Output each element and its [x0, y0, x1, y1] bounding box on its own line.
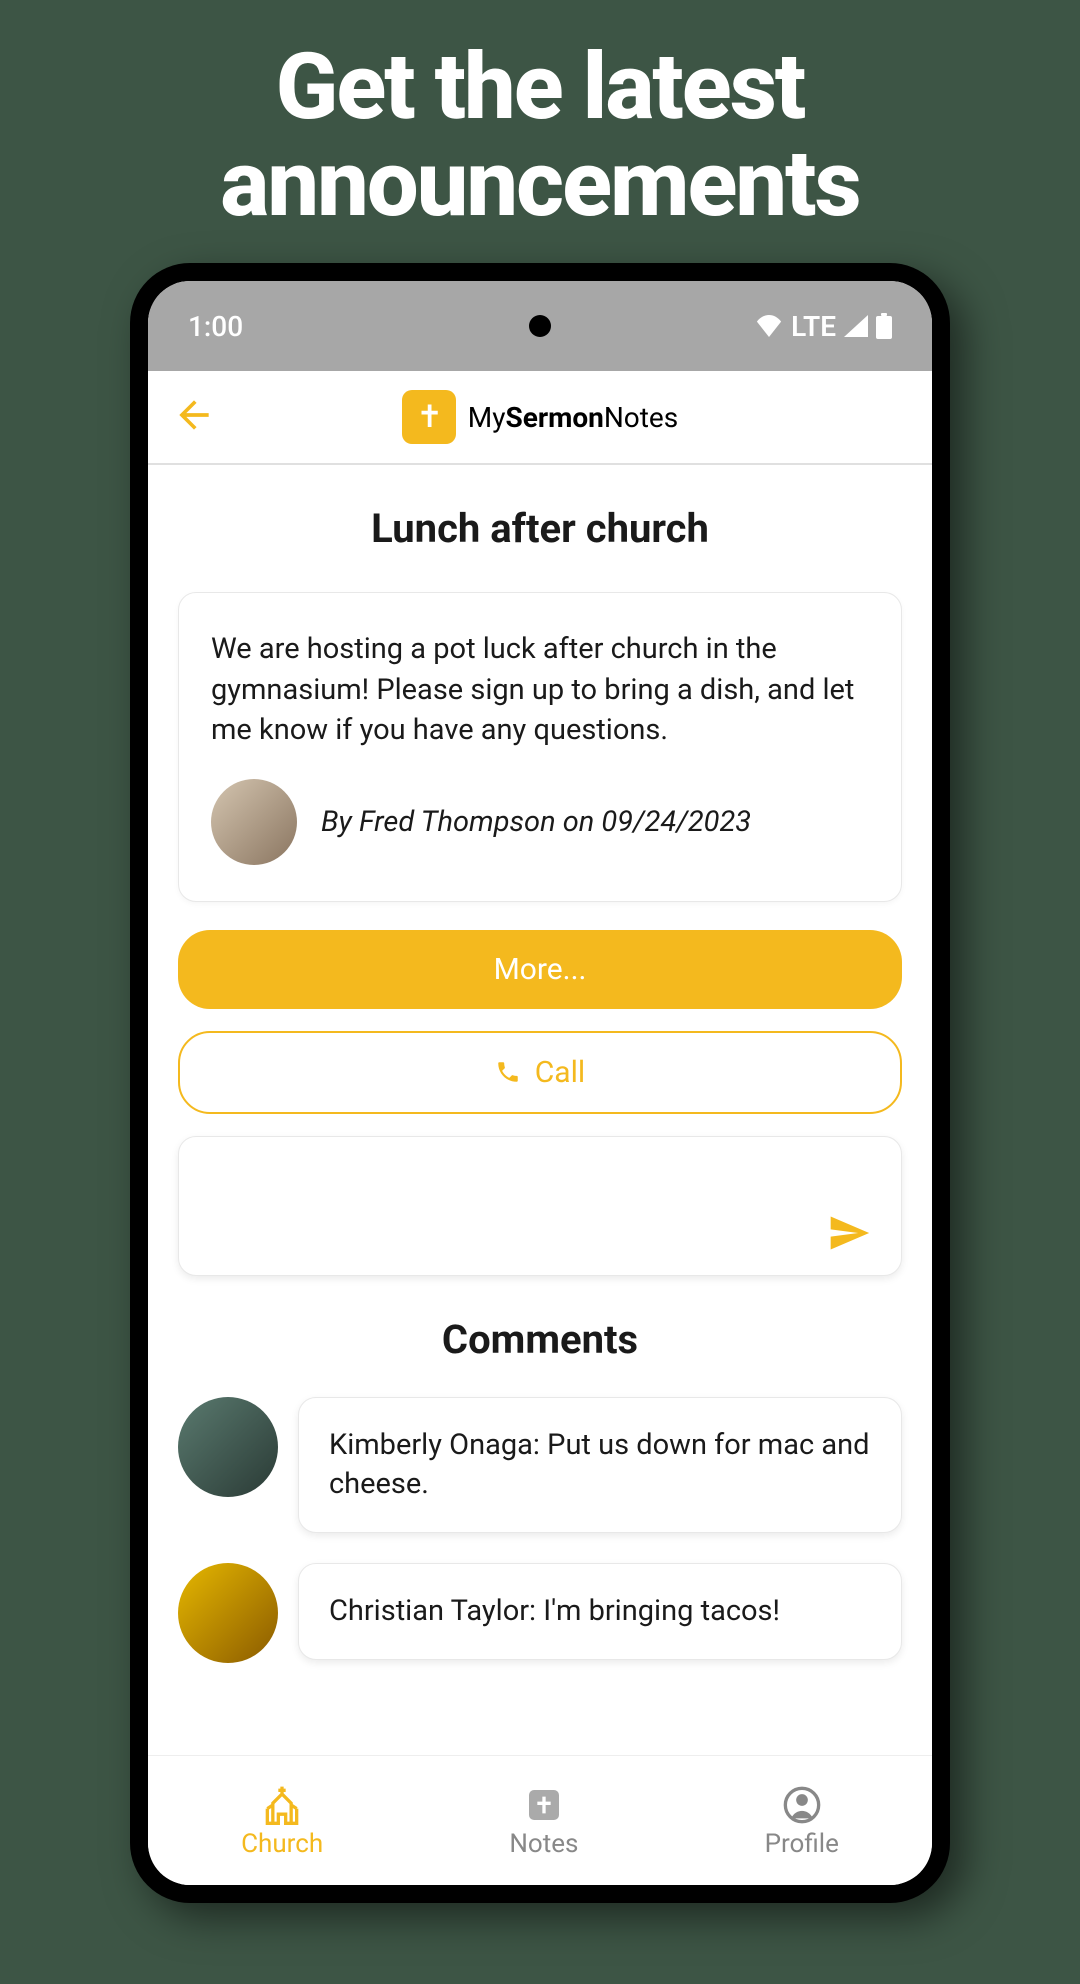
more-button-label: More... — [494, 952, 587, 987]
call-button-label: Call — [535, 1055, 585, 1090]
announcement-title: Lunch after church — [178, 505, 902, 552]
notes-icon — [522, 1783, 566, 1827]
announcement-card: We are hosting a pot luck after church i… — [178, 592, 902, 902]
back-button[interactable] — [172, 393, 216, 441]
announcement-body: We are hosting a pot luck after church i… — [211, 629, 869, 751]
app-logo: MySermonNotes — [402, 390, 678, 444]
author-row: By Fred Thompson on 09/24/2023 — [211, 779, 869, 865]
comment-text: Kimberly Onaga: Put us down for mac and … — [298, 1397, 902, 1533]
comments-title: Comments — [178, 1316, 902, 1363]
nav-church-label: Church — [241, 1829, 323, 1859]
status-bar: 1:00 LTE — [148, 281, 932, 371]
church-icon — [260, 1783, 304, 1827]
comment-input[interactable] — [178, 1136, 902, 1276]
author-avatar — [211, 779, 297, 865]
commenter-avatar — [178, 1563, 278, 1663]
nav-profile-label: Profile — [765, 1829, 839, 1859]
nav-profile[interactable]: Profile — [765, 1783, 839, 1859]
comment-text: Christian Taylor: I'm bringing tacos! — [298, 1563, 902, 1660]
content-area[interactable]: Lunch after church We are hosting a pot … — [148, 465, 932, 1755]
phone-icon — [495, 1059, 521, 1085]
call-button[interactable]: Call — [178, 1031, 902, 1114]
bottom-nav: Church Notes Profile — [148, 1755, 932, 1885]
more-button[interactable]: More... — [178, 930, 902, 1009]
status-time: 1:00 — [188, 310, 243, 343]
comment-row: Kimberly Onaga: Put us down for mac and … — [178, 1397, 902, 1533]
camera-hole — [529, 315, 551, 337]
marketing-headline: Get the latest announcements — [0, 0, 1080, 263]
comment-row: Christian Taylor: I'm bringing tacos! — [178, 1563, 902, 1663]
phone-frame: 1:00 LTE MySermonNotes — [130, 263, 950, 1903]
logo-text: MySermonNotes — [468, 401, 678, 434]
battery-icon — [876, 313, 892, 339]
app-header: MySermonNotes — [148, 371, 932, 465]
logo-icon — [402, 390, 456, 444]
profile-icon — [780, 1783, 824, 1827]
nav-notes[interactable]: Notes — [509, 1783, 578, 1859]
send-icon[interactable] — [827, 1211, 871, 1255]
signal-icon — [844, 315, 868, 337]
status-network: LTE — [791, 310, 836, 343]
commenter-avatar — [178, 1397, 278, 1497]
arrow-left-icon — [172, 393, 216, 437]
phone-screen: 1:00 LTE MySermonNotes — [148, 281, 932, 1885]
author-byline: By Fred Thompson on 09/24/2023 — [321, 805, 751, 839]
nav-church[interactable]: Church — [241, 1783, 323, 1859]
status-right: LTE — [755, 310, 892, 343]
wifi-icon — [755, 315, 783, 337]
nav-notes-label: Notes — [509, 1829, 578, 1859]
